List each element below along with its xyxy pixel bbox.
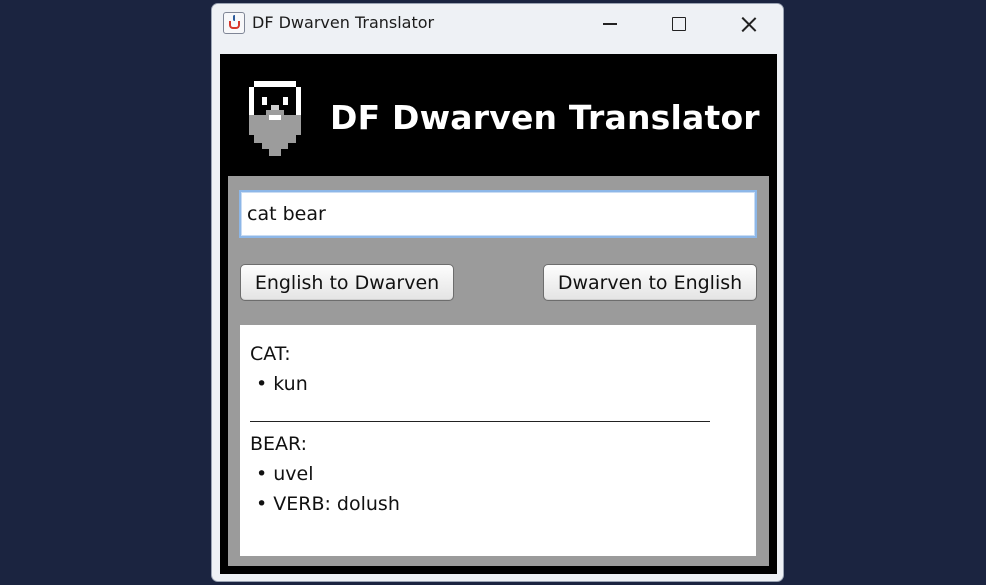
app-window: DF Dwarven Translator DF Dwarven Transla… — [211, 3, 784, 582]
maximize-icon — [672, 17, 686, 31]
dwarf-face-icon — [249, 81, 301, 156]
result-translation: • uvel — [256, 463, 314, 485]
result-translation: • VERB: dolush — [256, 493, 400, 515]
title-bar[interactable]: DF Dwarven Translator — [212, 4, 783, 44]
dwarven-to-english-button[interactable]: Dwarven to English — [543, 264, 757, 301]
result-translation: • kun — [256, 373, 308, 395]
java-app-icon — [223, 12, 245, 34]
window-title: DF Dwarven Translator — [252, 13, 435, 32]
english-to-dwarven-button[interactable]: English to Dwarven — [240, 264, 454, 301]
app-heading: DF Dwarven Translator — [330, 98, 760, 137]
close-icon — [741, 16, 757, 32]
translator-panel: English to Dwarven Dwarven to English CA… — [228, 176, 769, 566]
maximize-button[interactable] — [656, 4, 702, 44]
close-button[interactable] — [726, 4, 772, 44]
result-divider — [250, 399, 746, 429]
app-header: DF Dwarven Translator — [220, 54, 777, 174]
result-word: CAT: — [250, 343, 291, 365]
results-area[interactable]: CAT: • kun BEAR: • uvel • VERB: dolush — [240, 325, 756, 556]
result-word: BEAR: — [250, 433, 308, 455]
minimize-icon — [603, 23, 617, 25]
app-content: DF Dwarven Translator English to Dwarven… — [220, 54, 777, 574]
minimize-button[interactable] — [587, 4, 633, 44]
search-input[interactable] — [239, 190, 757, 238]
